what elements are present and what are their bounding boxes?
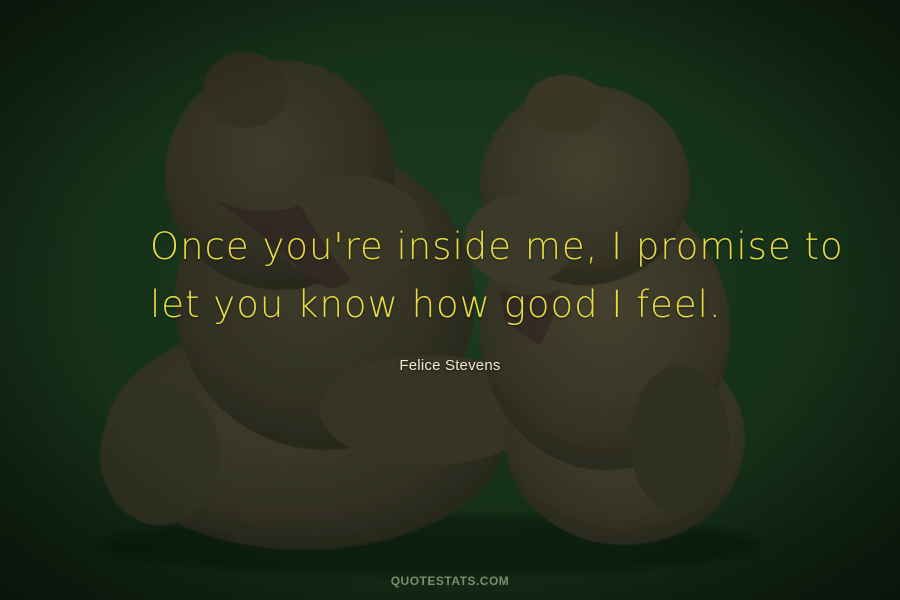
quote-author: Felice Stevens	[399, 357, 501, 374]
quote-line-2: let you know how good I feel.	[150, 283, 722, 326]
quote-text: Once you're inside me, I promise to let …	[150, 218, 844, 334]
quote-line-1: Once you're inside me, I promise to	[150, 225, 844, 268]
site-watermark: QUOTESTATS.COM	[390, 574, 510, 588]
